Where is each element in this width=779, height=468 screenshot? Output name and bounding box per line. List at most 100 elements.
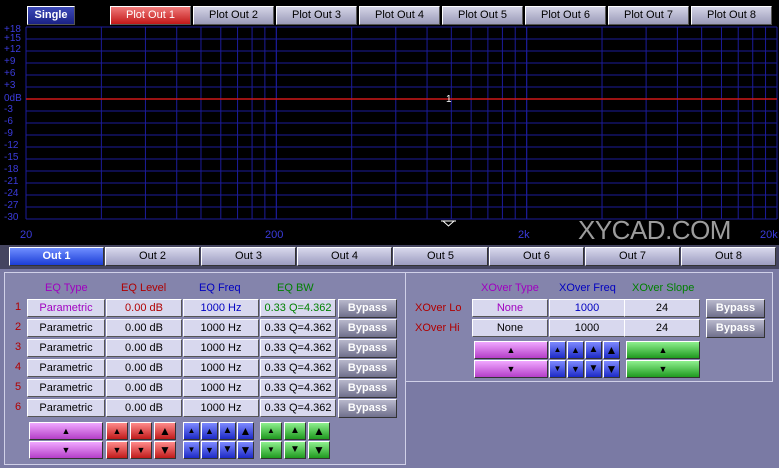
eq-bw-field[interactable]: 0.33 Q=4.362 (260, 299, 336, 317)
eq-type-up-button[interactable]: ▲ (29, 422, 103, 440)
eq-bw-down-fine-button[interactable]: ▼ (260, 441, 282, 459)
xover-type-down-button[interactable]: ▼ (474, 360, 548, 378)
xover-freq-header: XOver Freq (559, 282, 616, 294)
eq-bw-down-button[interactable]: ▼ (284, 441, 306, 459)
xover-freq-up-2-button[interactable]: ▲ (567, 341, 584, 359)
xover-hi-bypass-button[interactable]: Bypass (706, 319, 765, 338)
tab-out-5[interactable]: Out 5 (393, 247, 488, 266)
frequency-marker-handle[interactable] (441, 220, 456, 227)
tab-plot-out-1[interactable]: Plot Out 1 (110, 6, 191, 25)
eq-level-field[interactable]: 0.00 dB (106, 299, 182, 317)
tab-plot-out-5[interactable]: Plot Out 5 (442, 6, 523, 25)
eq-type-down-button[interactable]: ▼ (29, 441, 103, 459)
tab-plot-out-4[interactable]: Plot Out 4 (359, 6, 440, 25)
eq-freq-field[interactable]: 1000 Hz (183, 359, 259, 377)
eq-level-field[interactable]: 0.00 dB (106, 379, 182, 397)
eq-freq-up-4-button[interactable]: ▲ (237, 422, 254, 440)
xover-slope-down-button[interactable]: ▼ (626, 360, 700, 378)
eq-bw-field[interactable]: 0.33 Q=4.362 (260, 359, 336, 377)
eq-freq-field[interactable]: 1000 Hz (183, 299, 259, 317)
eq-bypass-button[interactable]: Bypass (338, 299, 397, 318)
xover-type-up-button[interactable]: ▲ (474, 341, 548, 359)
xover-hi-freq-field[interactable]: 1000 (549, 319, 625, 337)
tab-out-7[interactable]: Out 7 (585, 247, 680, 266)
eq-freq-field[interactable]: 1000 Hz (183, 339, 259, 357)
tab-out-3[interactable]: Out 3 (201, 247, 296, 266)
tab-plot-out-6[interactable]: Plot Out 6 (525, 6, 606, 25)
eq-freq-field[interactable]: 1000 Hz (183, 319, 259, 337)
eq-level-down-coarse-button[interactable]: ▼ (154, 441, 176, 459)
eq-bw-up-button[interactable]: ▲ (284, 422, 306, 440)
xover-group: XOver Type XOver Freq XOver Slope XOver … (405, 272, 773, 382)
xover-freq-up-3-button[interactable]: ▲ (585, 341, 602, 359)
eq-bw-up-fine-button[interactable]: ▲ (260, 422, 282, 440)
eq-bw-field[interactable]: 0.33 Q=4.362 (260, 379, 336, 397)
curve-label[interactable]: 1 (446, 94, 452, 105)
eq-bw-field[interactable]: 0.33 Q=4.362 (260, 319, 336, 337)
eq-freq-field[interactable]: 1000 Hz (183, 379, 259, 397)
eq-type-field[interactable]: Parametric (27, 359, 105, 377)
xover-slope-up-button[interactable]: ▲ (626, 341, 700, 359)
eq-freq-down-3-button[interactable]: ▼ (219, 441, 236, 459)
xover-freq-down-4-button[interactable]: ▼ (603, 360, 620, 378)
eq-row-number: 6 (14, 401, 22, 413)
tab-out-6[interactable]: Out 6 (489, 247, 584, 266)
tab-out-2[interactable]: Out 2 (105, 247, 200, 266)
eq-freq-field[interactable]: 1000 Hz (183, 399, 259, 417)
eq-bypass-button[interactable]: Bypass (338, 359, 397, 378)
eq-bypass-button[interactable]: Bypass (338, 339, 397, 358)
xover-freq-down-3-button[interactable]: ▼ (585, 360, 602, 378)
xover-freq-down-1-button[interactable]: ▼ (549, 360, 566, 378)
eq-bypass-button[interactable]: Bypass (338, 399, 397, 418)
tab-plot-out-7[interactable]: Plot Out 7 (608, 6, 689, 25)
y-tick-label: -12 (4, 140, 19, 151)
xover-lo-freq-field[interactable]: 1000 (549, 299, 625, 317)
eq-level-up-coarse-button[interactable]: ▲ (154, 422, 176, 440)
xover-hi-type-field[interactable]: None (472, 319, 548, 337)
eq-bypass-button[interactable]: Bypass (338, 319, 397, 338)
eq-level-up-button[interactable]: ▲ (130, 422, 152, 440)
eq-bw-field[interactable]: 0.33 Q=4.362 (260, 399, 336, 417)
y-tick-label: -6 (4, 116, 13, 127)
eq-level-down-fine-button[interactable]: ▼ (106, 441, 128, 459)
eq-level-up-fine-button[interactable]: ▲ (106, 422, 128, 440)
eq-bw-field[interactable]: 0.33 Q=4.362 (260, 339, 336, 357)
eq-level-field[interactable]: 0.00 dB (106, 339, 182, 357)
tab-plot-out-8[interactable]: Plot Out 8 (691, 6, 772, 25)
xover-freq-down-2-button[interactable]: ▼ (567, 360, 584, 378)
eq-level-field[interactable]: 0.00 dB (106, 359, 182, 377)
eq-bw-up-coarse-button[interactable]: ▲ (308, 422, 330, 440)
xover-lo-bypass-button[interactable]: Bypass (706, 299, 765, 318)
eq-level-down-button[interactable]: ▼ (130, 441, 152, 459)
eq-freq-down-1-button[interactable]: ▼ (183, 441, 200, 459)
eq-level-field[interactable]: 0.00 dB (106, 399, 182, 417)
tab-plot-out-2[interactable]: Plot Out 2 (193, 6, 274, 25)
eq-level-header: EQ Level (121, 282, 167, 294)
tab-out-1[interactable]: Out 1 (9, 247, 104, 266)
eq-type-field[interactable]: Parametric (27, 299, 105, 317)
xover-lo-type-field[interactable]: None (472, 299, 548, 317)
eq-type-field[interactable]: Parametric (27, 339, 105, 357)
eq-type-field[interactable]: Parametric (27, 399, 105, 417)
eq-freq-down-2-button[interactable]: ▼ (201, 441, 218, 459)
xover-freq-up-1-button[interactable]: ▲ (549, 341, 566, 359)
tab-single[interactable]: Single (27, 6, 75, 25)
xover-lo-slope-field[interactable]: 24 (624, 299, 700, 317)
eq-freq-up-1-button[interactable]: ▲ (183, 422, 200, 440)
xover-freq-up-4-button[interactable]: ▲ (603, 341, 620, 359)
eq-freq-down-4-button[interactable]: ▼ (237, 441, 254, 459)
tab-plot-out-3[interactable]: Plot Out 3 (276, 6, 357, 25)
xover-hi-slope-field[interactable]: 24 (624, 319, 700, 337)
eq-row-number: 5 (14, 381, 22, 393)
eq-freq-up-2-button[interactable]: ▲ (201, 422, 218, 440)
frequency-response-plot[interactable]: +18 +15 +12 +9 +6 +3 0dB -3 -6 -9 -12 -1… (0, 25, 779, 245)
eq-type-field[interactable]: Parametric (27, 379, 105, 397)
eq-bw-down-coarse-button[interactable]: ▼ (308, 441, 330, 459)
eq-level-field[interactable]: 0.00 dB (106, 319, 182, 337)
y-tick-label: +12 (4, 44, 21, 55)
eq-type-field[interactable]: Parametric (27, 319, 105, 337)
eq-freq-up-3-button[interactable]: ▲ (219, 422, 236, 440)
eq-bypass-button[interactable]: Bypass (338, 379, 397, 398)
tab-out-8[interactable]: Out 8 (681, 247, 776, 266)
tab-out-4[interactable]: Out 4 (297, 247, 392, 266)
